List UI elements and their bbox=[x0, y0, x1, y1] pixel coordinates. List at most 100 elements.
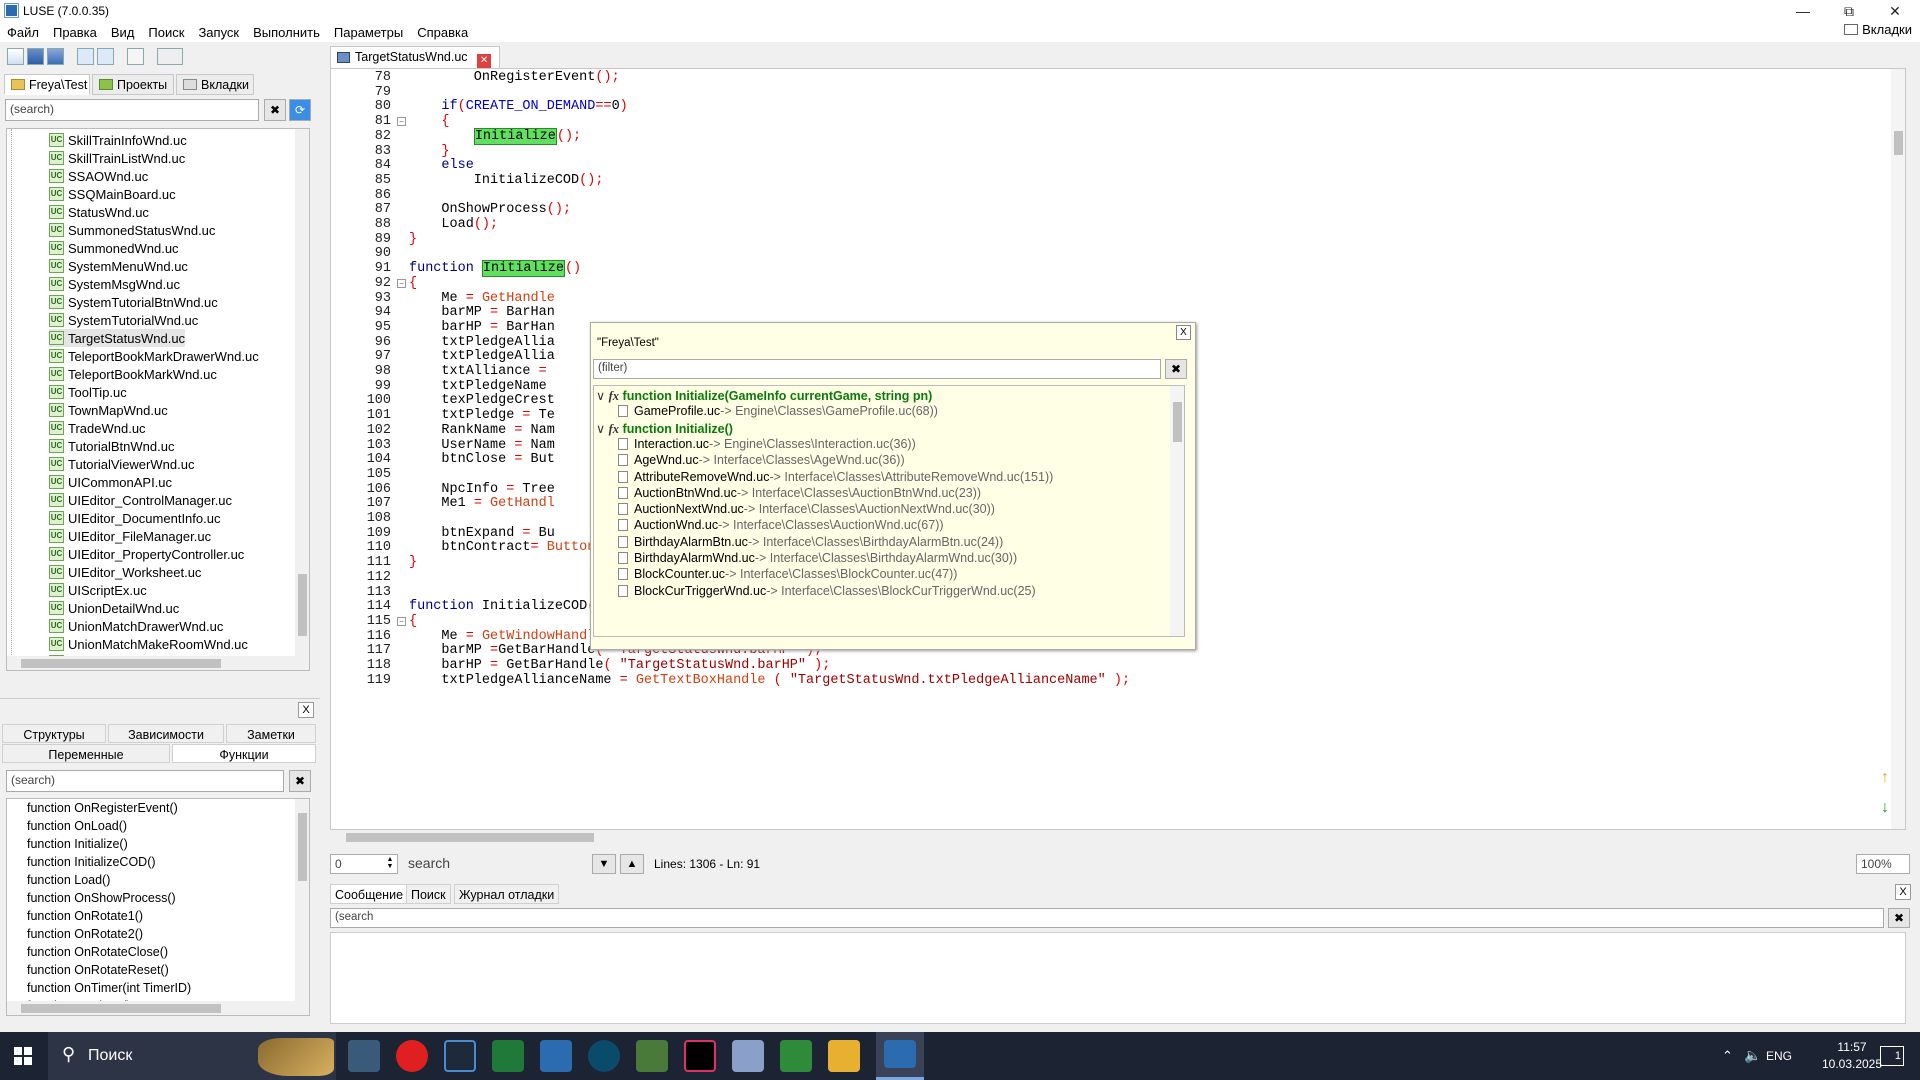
code-line[interactable]: else bbox=[409, 158, 473, 173]
tree-item[interactable]: UC UIEditor_FileManager.uc bbox=[49, 527, 211, 545]
code-line[interactable]: { bbox=[409, 114, 449, 129]
tab-notes[interactable]: Заметки bbox=[226, 724, 316, 743]
tree-item[interactable]: UC UnionMatchMakeRoomWnd.uc bbox=[49, 635, 248, 653]
code-line[interactable]: { bbox=[409, 614, 417, 629]
tab-search-results[interactable]: Поиск bbox=[406, 884, 451, 904]
popup-group-header[interactable]: ∨ fx function Initialize() bbox=[596, 421, 733, 437]
popup-result-item[interactable]: AuctionNextWnd.uc -> Interface\Classes\Au… bbox=[618, 502, 995, 516]
taskbar-app-luse[interactable] bbox=[540, 1040, 572, 1072]
code-line[interactable]: txtPledgeAllianceName = GetTextBoxHandle… bbox=[409, 673, 1130, 688]
code-line[interactable]: RankName = Nam bbox=[409, 423, 554, 438]
code-line[interactable]: OnRegisterEvent(); bbox=[409, 70, 620, 85]
code-line[interactable]: txtPledge = Te bbox=[409, 408, 554, 423]
editor-vscroll-thumb[interactable] bbox=[1894, 131, 1903, 155]
code-line[interactable]: OnShowProcess(); bbox=[409, 202, 571, 217]
code-line[interactable]: barHP = GetBarHandle( "TargetStatusWnd.b… bbox=[409, 658, 830, 673]
function-item[interactable]: function OnRotate1() bbox=[27, 909, 143, 923]
code-line[interactable]: barHP = BarHan bbox=[409, 320, 554, 335]
tree-item[interactable]: UC TownMapWnd.uc bbox=[49, 401, 168, 419]
undo-icon[interactable] bbox=[77, 48, 94, 65]
refresh-icon[interactable]: ⟳ bbox=[289, 99, 311, 121]
tree-item[interactable]: UC TeleportBookMarkDrawerWnd.uc bbox=[49, 347, 259, 365]
code-line[interactable]: Me = GetHandle bbox=[409, 291, 554, 306]
popup-group-header[interactable]: ∨ fx function Initialize(GameInfo curren… bbox=[596, 388, 932, 404]
zoom-select[interactable]: 100% bbox=[1856, 854, 1910, 874]
function-item[interactable]: function OnRotateClose() bbox=[27, 945, 168, 959]
popup-result-item[interactable]: BlockCurTriggerWnd.uc -> Interface\Classe… bbox=[618, 584, 1036, 598]
taskbar-search[interactable]: ⚲ Поиск bbox=[48, 1032, 336, 1080]
taskbar-app-browser[interactable] bbox=[396, 1040, 428, 1072]
start-button[interactable] bbox=[14, 1047, 32, 1065]
clear-filter-icon[interactable]: ✖ bbox=[264, 99, 286, 121]
file-search-input[interactable]: (search) bbox=[5, 99, 259, 121]
taskbar-app-luse-active[interactable] bbox=[876, 1032, 924, 1080]
function-vscroll[interactable] bbox=[295, 799, 309, 1003]
find-icon[interactable] bbox=[127, 48, 144, 65]
tree-item[interactable]: UC SkillTrainInfoWnd.uc bbox=[49, 131, 187, 149]
tree-item[interactable]: UC UnionMatchDrawerWnd.uc bbox=[49, 617, 223, 635]
expand-chevron-icon[interactable]: ∨ bbox=[596, 389, 605, 403]
tree-item[interactable]: UC UIEditor_PropertyController.uc bbox=[49, 545, 244, 563]
popup-result-item[interactable]: Interaction.uc -> Engine\Classes\Interact… bbox=[618, 437, 916, 451]
popup-result-item[interactable]: AgeWnd.uc -> Interface\Classes\AgeWnd.uc(… bbox=[618, 453, 905, 467]
redo-icon[interactable] bbox=[97, 48, 114, 65]
code-line[interactable]: NpcInfo = Tree bbox=[409, 482, 554, 497]
fold-toggle-icon[interactable]: − bbox=[397, 616, 406, 626]
save-icon[interactable] bbox=[27, 48, 44, 65]
function-hscroll-thumb[interactable] bbox=[21, 1004, 221, 1013]
taskbar-app-tool[interactable] bbox=[588, 1040, 620, 1072]
function-search-input[interactable]: (search) bbox=[6, 770, 284, 792]
tree-item[interactable]: UC SSAOWnd.uc bbox=[49, 167, 148, 185]
function-item[interactable]: function OnRotate2() bbox=[27, 927, 143, 941]
editor-hscroll-thumb[interactable] bbox=[346, 833, 594, 842]
code-line[interactable]: Initialize(); bbox=[409, 127, 581, 145]
function-item[interactable]: function OnLoad() bbox=[27, 819, 127, 833]
code-line[interactable]: Me1 = GetHandl bbox=[409, 496, 554, 511]
tree-item[interactable]: UC UICommonAPI.uc bbox=[49, 473, 172, 491]
code-line[interactable]: txtPledgeName bbox=[409, 379, 546, 394]
menu-view[interactable]: Вид bbox=[104, 22, 142, 42]
tree-item[interactable]: UC SummonedWnd.uc bbox=[49, 239, 179, 257]
restore-button[interactable]: ⧉ bbox=[1826, 0, 1872, 22]
popup-result-item[interactable]: BirthdayAlarmWnd.uc -> Interface\Classes\… bbox=[618, 551, 1017, 565]
next-bookmark-icon[interactable]: ↓ bbox=[1881, 799, 1895, 817]
menu-options[interactable]: Параметры bbox=[327, 22, 410, 42]
tree-vscroll[interactable] bbox=[295, 129, 309, 659]
function-item[interactable]: function Load() bbox=[27, 873, 110, 887]
tree-item[interactable]: UC SystemMsgWnd.uc bbox=[49, 275, 180, 293]
search-prev-icon[interactable]: ▲ bbox=[620, 854, 644, 874]
code-line[interactable]: btnExpand = Bu bbox=[409, 526, 554, 541]
tree-item[interactable]: UC SystemTutorialWnd.uc bbox=[49, 311, 198, 329]
tab-dependencies[interactable]: Зависимости bbox=[108, 724, 224, 743]
function-item[interactable]: function OnRegisterEvent() bbox=[27, 801, 178, 815]
tab-functions[interactable]: Функции bbox=[172, 744, 316, 763]
tree-item[interactable]: UC TradeWnd.uc bbox=[49, 419, 146, 437]
new-file-icon[interactable] bbox=[7, 48, 24, 65]
code-line[interactable]: function Initialize() bbox=[409, 260, 581, 278]
code-line[interactable]: { bbox=[409, 276, 417, 291]
tree-item[interactable]: UC UIEditor_DocumentInfo.uc bbox=[49, 509, 220, 527]
menu-execute[interactable]: Выполнить bbox=[246, 22, 327, 42]
code-line[interactable]: texPledgeCrest bbox=[409, 393, 554, 408]
tree-item[interactable]: UC UIEditor_Worksheet.uc bbox=[49, 563, 201, 581]
fold-toggle-icon[interactable]: − bbox=[397, 278, 406, 288]
prev-bookmark-icon[interactable]: ↑ bbox=[1881, 769, 1895, 787]
menu-run[interactable]: Запуск bbox=[191, 22, 246, 42]
tree-item[interactable]: UC UIEditor_ControlManager.uc bbox=[49, 491, 232, 509]
clear-message-filter-icon[interactable]: ✖ bbox=[1888, 908, 1910, 928]
tree-item[interactable]: UC UIScriptEx.uc bbox=[49, 581, 147, 599]
tab-variables[interactable]: Переменные bbox=[2, 744, 170, 763]
language-indicator[interactable]: ENG bbox=[1766, 1049, 1792, 1063]
popup-clear-filter-icon[interactable]: ✖ bbox=[1165, 359, 1187, 379]
taskbar-app-code[interactable] bbox=[444, 1040, 476, 1072]
popup-result-item[interactable]: BirthdayAlarmBtn.uc -> Interface\Classes\… bbox=[618, 535, 1003, 549]
tree-item[interactable]: UC TargetStatusWnd.uc bbox=[49, 329, 186, 347]
run-dropdown-icon[interactable] bbox=[157, 48, 183, 65]
tree-item[interactable]: UC SkillTrainListWnd.uc bbox=[49, 149, 185, 167]
function-item[interactable]: function OnRotateReset() bbox=[27, 963, 169, 977]
code-line[interactable]: btnClose = But bbox=[409, 452, 554, 467]
tree-item[interactable]: UC SystemTutorialBtnWnd.uc bbox=[49, 293, 218, 311]
tree-item[interactable]: UC StatusWnd.uc bbox=[49, 203, 149, 221]
code-line[interactable]: } bbox=[409, 555, 417, 570]
close-window-button[interactable]: ✕ bbox=[1872, 0, 1918, 22]
